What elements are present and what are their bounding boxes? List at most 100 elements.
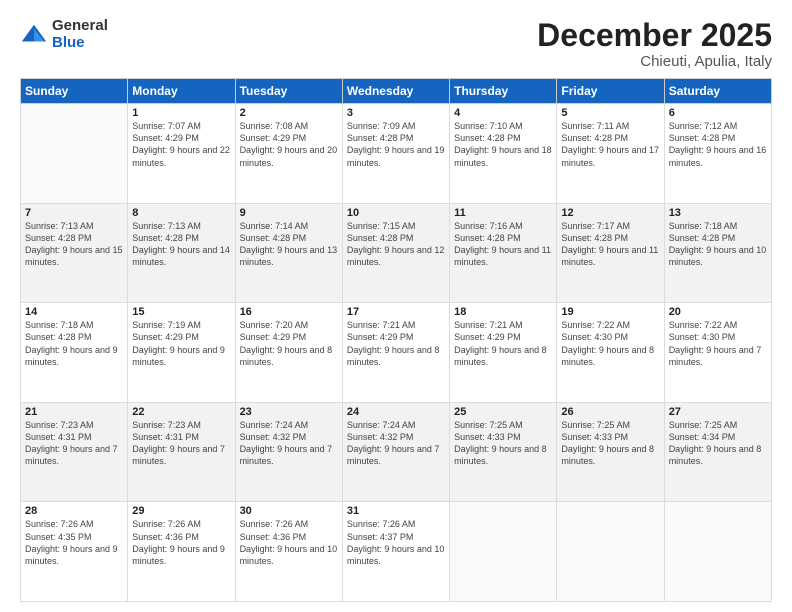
header-tuesday: Tuesday: [235, 79, 342, 104]
cell-info: Sunrise: 7:26 AMSunset: 4:36 PMDaylight:…: [240, 518, 338, 567]
table-row: 4 Sunrise: 7:10 AMSunset: 4:28 PMDayligh…: [450, 104, 557, 204]
cell-day-number: 13: [669, 207, 767, 219]
cell-info: Sunrise: 7:17 AMSunset: 4:28 PMDaylight:…: [561, 220, 659, 269]
cell-info: Sunrise: 7:15 AMSunset: 4:28 PMDaylight:…: [347, 220, 445, 269]
table-row: 12 Sunrise: 7:17 AMSunset: 4:28 PMDaylig…: [557, 203, 664, 303]
table-row: 14 Sunrise: 7:18 AMSunset: 4:28 PMDaylig…: [21, 303, 128, 403]
table-row: 9 Sunrise: 7:14 AMSunset: 4:28 PMDayligh…: [235, 203, 342, 303]
cell-day-number: 29: [132, 505, 230, 517]
cell-day-number: 18: [454, 306, 552, 318]
cell-day-number: 26: [561, 406, 659, 418]
table-row: [664, 502, 771, 602]
table-row: 5 Sunrise: 7:11 AMSunset: 4:28 PMDayligh…: [557, 104, 664, 204]
table-row: 15 Sunrise: 7:19 AMSunset: 4:29 PMDaylig…: [128, 303, 235, 403]
table-row: 18 Sunrise: 7:21 AMSunset: 4:29 PMDaylig…: [450, 303, 557, 403]
cell-day-number: 6: [669, 107, 767, 119]
logo-text: General Blue: [52, 18, 108, 51]
table-row: [557, 502, 664, 602]
cell-info: Sunrise: 7:11 AMSunset: 4:28 PMDaylight:…: [561, 120, 659, 169]
cell-day-number: 23: [240, 406, 338, 418]
cell-info: Sunrise: 7:25 AMSunset: 4:33 PMDaylight:…: [561, 419, 659, 468]
cell-info: Sunrise: 7:12 AMSunset: 4:28 PMDaylight:…: [669, 120, 767, 169]
header-saturday: Saturday: [664, 79, 771, 104]
cell-day-number: 31: [347, 505, 445, 517]
logo-general-text: General: [52, 18, 108, 35]
cell-day-number: 5: [561, 107, 659, 119]
cell-info: Sunrise: 7:22 AMSunset: 4:30 PMDaylight:…: [669, 319, 767, 368]
cell-day-number: 9: [240, 207, 338, 219]
table-row: [450, 502, 557, 602]
cell-info: Sunrise: 7:24 AMSunset: 4:32 PMDaylight:…: [240, 419, 338, 468]
cell-info: Sunrise: 7:09 AMSunset: 4:28 PMDaylight:…: [347, 120, 445, 169]
cell-day-number: 22: [132, 406, 230, 418]
cell-info: Sunrise: 7:07 AMSunset: 4:29 PMDaylight:…: [132, 120, 230, 169]
title-section: December 2025 Chieuti, Apulia, Italy: [537, 18, 772, 70]
cell-day-number: 28: [25, 505, 123, 517]
cell-info: Sunrise: 7:19 AMSunset: 4:29 PMDaylight:…: [132, 319, 230, 368]
table-row: 2 Sunrise: 7:08 AMSunset: 4:29 PMDayligh…: [235, 104, 342, 204]
header-wednesday: Wednesday: [342, 79, 449, 104]
cell-day-number: 8: [132, 207, 230, 219]
cell-day-number: 27: [669, 406, 767, 418]
table-row: 21 Sunrise: 7:23 AMSunset: 4:31 PMDaylig…: [21, 402, 128, 502]
cell-info: Sunrise: 7:10 AMSunset: 4:28 PMDaylight:…: [454, 120, 552, 169]
cell-info: Sunrise: 7:21 AMSunset: 4:29 PMDaylight:…: [454, 319, 552, 368]
table-row: 26 Sunrise: 7:25 AMSunset: 4:33 PMDaylig…: [557, 402, 664, 502]
cell-day-number: 12: [561, 207, 659, 219]
top-section: General Blue December 2025 Chieuti, Apul…: [20, 18, 772, 70]
calendar-week-row: 7 Sunrise: 7:13 AMSunset: 4:28 PMDayligh…: [21, 203, 772, 303]
calendar-week-row: 1 Sunrise: 7:07 AMSunset: 4:29 PMDayligh…: [21, 104, 772, 204]
cell-info: Sunrise: 7:25 AMSunset: 4:33 PMDaylight:…: [454, 419, 552, 468]
cell-info: Sunrise: 7:23 AMSunset: 4:31 PMDaylight:…: [132, 419, 230, 468]
calendar-week-row: 21 Sunrise: 7:23 AMSunset: 4:31 PMDaylig…: [21, 402, 772, 502]
table-row: 24 Sunrise: 7:24 AMSunset: 4:32 PMDaylig…: [342, 402, 449, 502]
cell-info: Sunrise: 7:18 AMSunset: 4:28 PMDaylight:…: [25, 319, 123, 368]
table-row: 8 Sunrise: 7:13 AMSunset: 4:28 PMDayligh…: [128, 203, 235, 303]
table-row: 23 Sunrise: 7:24 AMSunset: 4:32 PMDaylig…: [235, 402, 342, 502]
cell-info: Sunrise: 7:26 AMSunset: 4:35 PMDaylight:…: [25, 518, 123, 567]
table-row: 29 Sunrise: 7:26 AMSunset: 4:36 PMDaylig…: [128, 502, 235, 602]
cell-info: Sunrise: 7:18 AMSunset: 4:28 PMDaylight:…: [669, 220, 767, 269]
cell-day-number: 2: [240, 107, 338, 119]
cell-info: Sunrise: 7:14 AMSunset: 4:28 PMDaylight:…: [240, 220, 338, 269]
table-row: [21, 104, 128, 204]
table-row: 27 Sunrise: 7:25 AMSunset: 4:34 PMDaylig…: [664, 402, 771, 502]
cell-day-number: 16: [240, 306, 338, 318]
cell-day-number: 14: [25, 306, 123, 318]
cell-day-number: 30: [240, 505, 338, 517]
cell-info: Sunrise: 7:21 AMSunset: 4:29 PMDaylight:…: [347, 319, 445, 368]
cell-day-number: 25: [454, 406, 552, 418]
month-title: December 2025: [537, 18, 772, 53]
calendar-week-row: 28 Sunrise: 7:26 AMSunset: 4:35 PMDaylig…: [21, 502, 772, 602]
cell-info: Sunrise: 7:13 AMSunset: 4:28 PMDaylight:…: [132, 220, 230, 269]
cell-day-number: 11: [454, 207, 552, 219]
cell-day-number: 20: [669, 306, 767, 318]
page: General Blue December 2025 Chieuti, Apul…: [0, 0, 792, 612]
calendar-week-row: 14 Sunrise: 7:18 AMSunset: 4:28 PMDaylig…: [21, 303, 772, 403]
table-row: 10 Sunrise: 7:15 AMSunset: 4:28 PMDaylig…: [342, 203, 449, 303]
calendar-header-row: Sunday Monday Tuesday Wednesday Thursday…: [21, 79, 772, 104]
table-row: 6 Sunrise: 7:12 AMSunset: 4:28 PMDayligh…: [664, 104, 771, 204]
logo: General Blue: [20, 18, 108, 51]
cell-info: Sunrise: 7:26 AMSunset: 4:37 PMDaylight:…: [347, 518, 445, 567]
logo-blue-text: Blue: [52, 35, 108, 52]
table-row: 22 Sunrise: 7:23 AMSunset: 4:31 PMDaylig…: [128, 402, 235, 502]
header-sunday: Sunday: [21, 79, 128, 104]
table-row: 28 Sunrise: 7:26 AMSunset: 4:35 PMDaylig…: [21, 502, 128, 602]
header-thursday: Thursday: [450, 79, 557, 104]
table-row: 25 Sunrise: 7:25 AMSunset: 4:33 PMDaylig…: [450, 402, 557, 502]
table-row: 20 Sunrise: 7:22 AMSunset: 4:30 PMDaylig…: [664, 303, 771, 403]
calendar-table: Sunday Monday Tuesday Wednesday Thursday…: [20, 78, 772, 602]
table-row: 30 Sunrise: 7:26 AMSunset: 4:36 PMDaylig…: [235, 502, 342, 602]
table-row: 11 Sunrise: 7:16 AMSunset: 4:28 PMDaylig…: [450, 203, 557, 303]
cell-info: Sunrise: 7:13 AMSunset: 4:28 PMDaylight:…: [25, 220, 123, 269]
cell-day-number: 19: [561, 306, 659, 318]
table-row: 13 Sunrise: 7:18 AMSunset: 4:28 PMDaylig…: [664, 203, 771, 303]
table-row: 3 Sunrise: 7:09 AMSunset: 4:28 PMDayligh…: [342, 104, 449, 204]
table-row: 19 Sunrise: 7:22 AMSunset: 4:30 PMDaylig…: [557, 303, 664, 403]
location-title: Chieuti, Apulia, Italy: [537, 53, 772, 70]
table-row: 31 Sunrise: 7:26 AMSunset: 4:37 PMDaylig…: [342, 502, 449, 602]
cell-day-number: 4: [454, 107, 552, 119]
cell-day-number: 7: [25, 207, 123, 219]
cell-info: Sunrise: 7:26 AMSunset: 4:36 PMDaylight:…: [132, 518, 230, 567]
